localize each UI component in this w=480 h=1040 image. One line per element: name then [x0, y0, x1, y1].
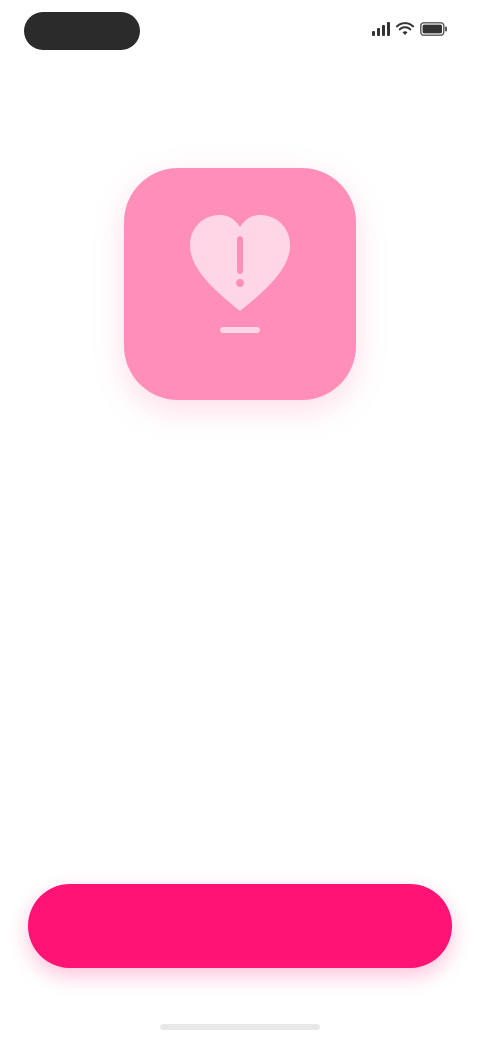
- app-icon: [124, 168, 356, 400]
- status-icons: [372, 22, 448, 36]
- cellular-signal-icon: [372, 22, 390, 36]
- status-bar: [0, 0, 480, 64]
- continue-button[interactable]: [28, 884, 452, 968]
- onboarding-screen: [0, 0, 480, 1040]
- home-indicator[interactable]: [160, 1024, 320, 1030]
- status-time: [24, 12, 140, 50]
- battery-icon: [420, 22, 448, 36]
- wifi-icon: [396, 22, 414, 36]
- heart-icon: [190, 215, 290, 333]
